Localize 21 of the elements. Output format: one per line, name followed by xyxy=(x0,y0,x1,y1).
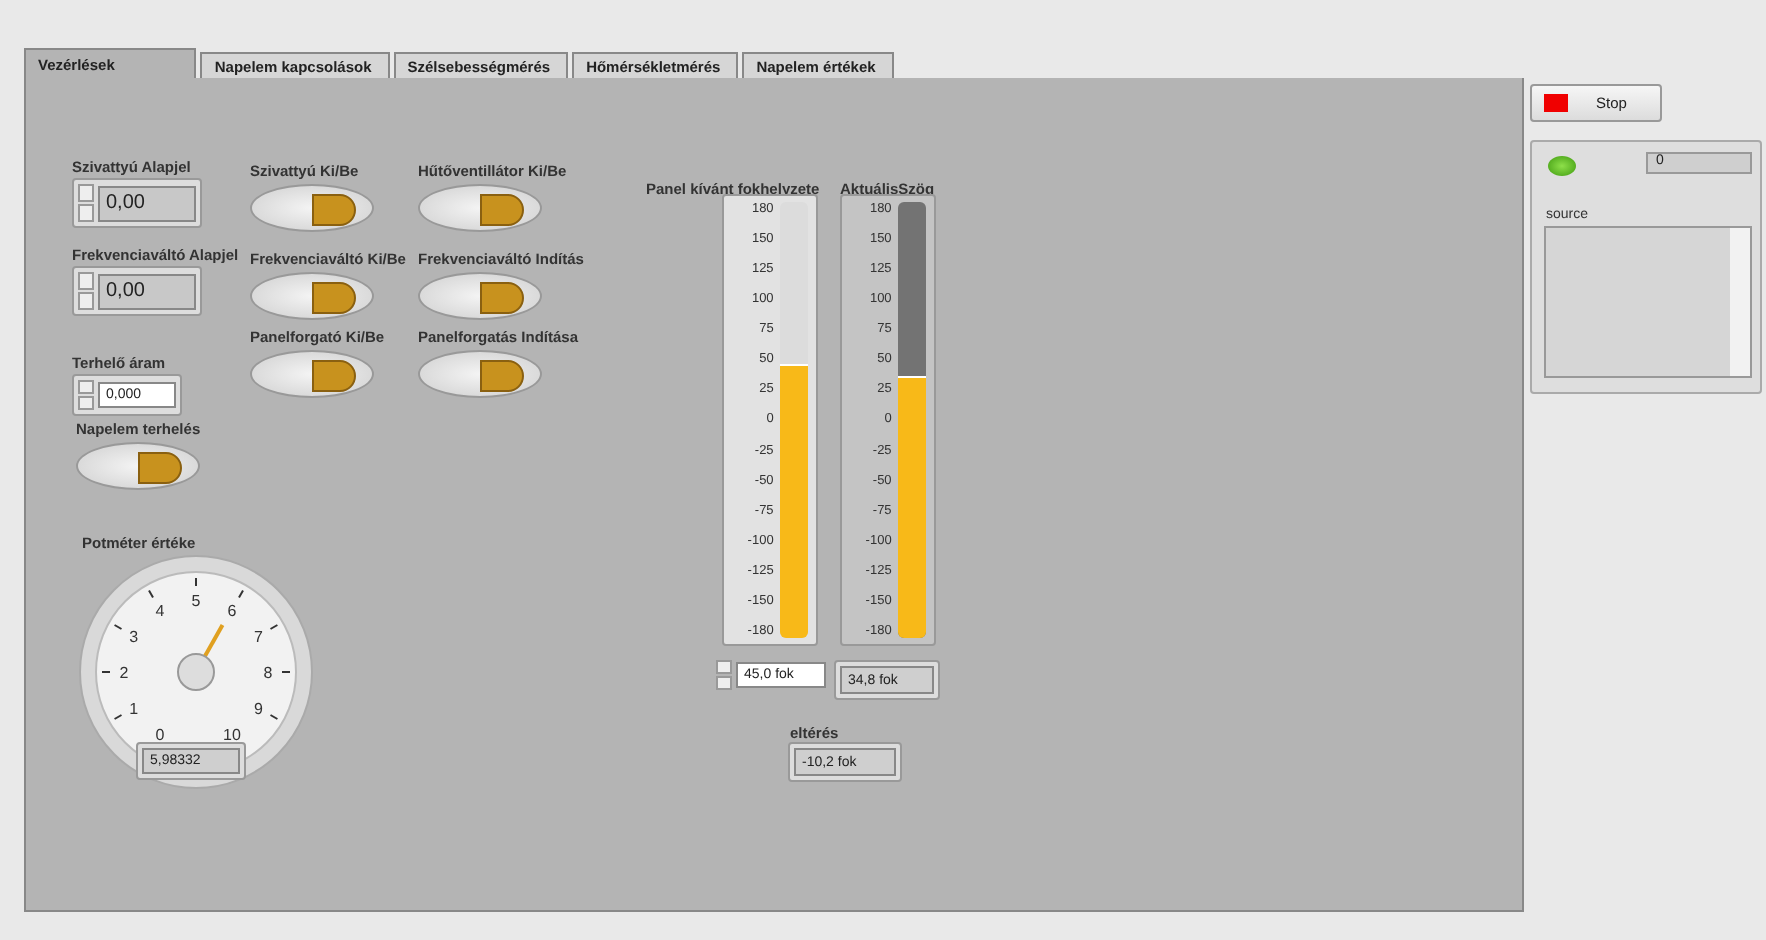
dial-tick-label: 9 xyxy=(253,700,263,718)
numeric-control[interactable]: 0,00 xyxy=(72,266,202,316)
dial-tick-label: 4 xyxy=(155,601,165,620)
scrollbar[interactable] xyxy=(1730,228,1750,376)
numeric-control[interactable]: 0,00 xyxy=(72,178,202,228)
spinner-icon[interactable] xyxy=(78,184,94,222)
spinner-icon[interactable] xyxy=(78,272,94,310)
dial-tick-label: 8 xyxy=(263,664,273,682)
dial-tick-label: 1 xyxy=(129,700,139,718)
spinner-icon[interactable] xyxy=(78,380,94,410)
dial-tick-label: 5 xyxy=(191,592,201,610)
source-text-area[interactable] xyxy=(1544,226,1752,378)
spinner-icon[interactable] xyxy=(716,660,732,690)
stop-icon xyxy=(1544,94,1568,112)
dial-tick-label: 0 xyxy=(155,726,165,745)
dial-tick-label: 7 xyxy=(253,628,263,646)
dial-tick-label: 2 xyxy=(119,664,129,682)
dial-tick-label: 10 xyxy=(223,726,241,745)
dial-tick-label: 6 xyxy=(227,601,237,620)
dial-needle xyxy=(177,623,225,691)
dial-tick-label: 3 xyxy=(129,628,139,646)
